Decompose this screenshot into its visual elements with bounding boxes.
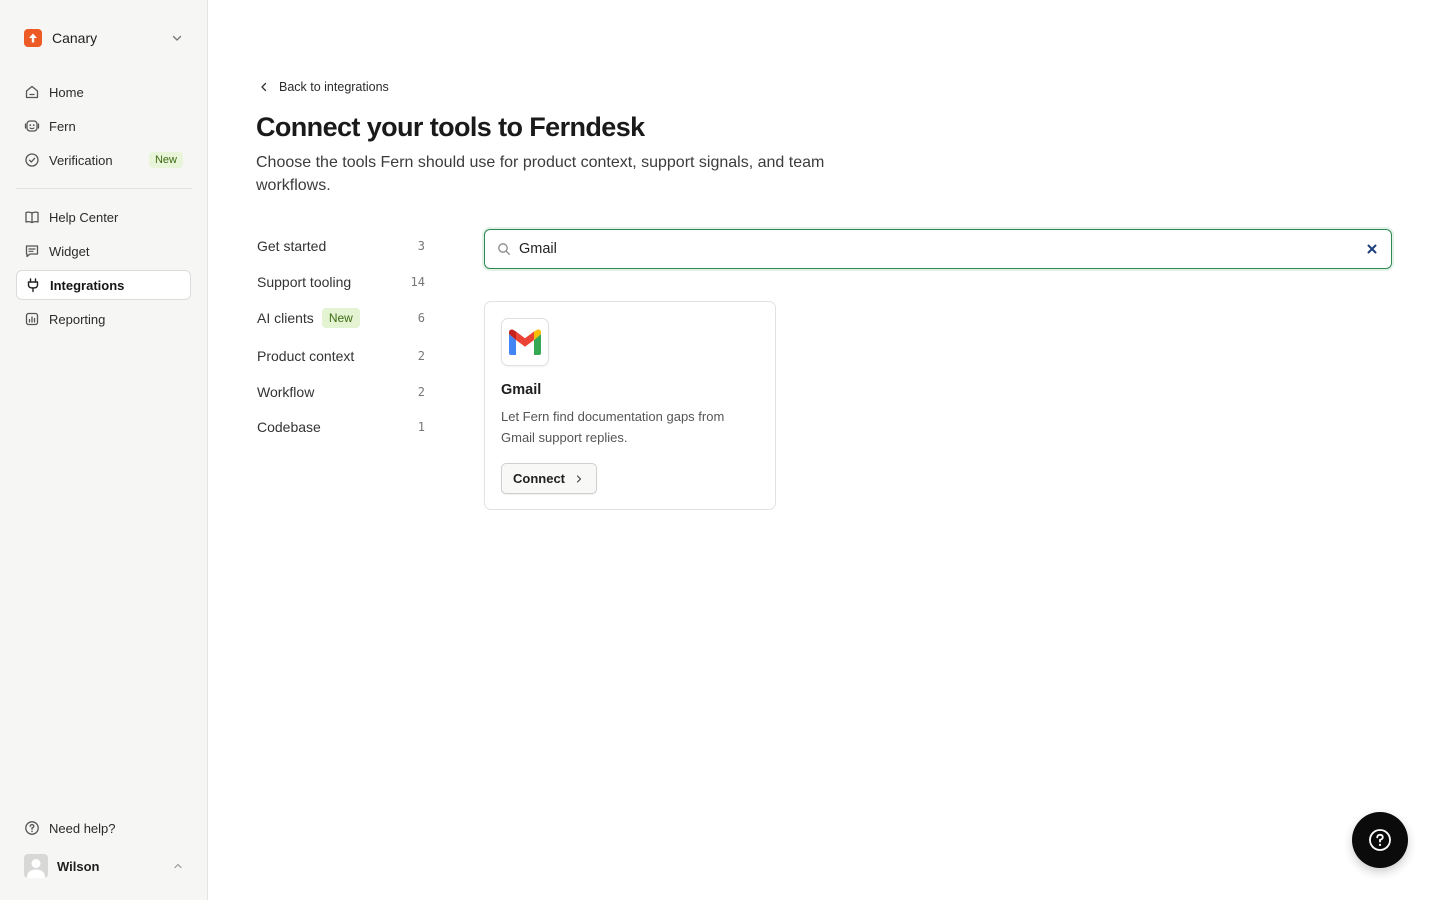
category-count: 6 <box>417 311 425 325</box>
category-get-started[interactable]: Get started 3 <box>257 234 425 258</box>
category-label: Workflow <box>257 384 315 400</box>
sidebar-item-widget[interactable]: Widget <box>16 236 191 266</box>
question-mark-icon <box>1369 829 1391 851</box>
user-name: Wilson <box>57 858 100 874</box>
new-badge: New <box>321 308 360 328</box>
back-link-label: Back to integrations <box>279 80 389 94</box>
back-to-integrations-link[interactable]: Back to integrations <box>258 78 389 96</box>
chevron-right-icon <box>576 474 582 483</box>
sidebar-item-integrations[interactable]: Integrations <box>16 270 191 300</box>
workspace-name: Canary <box>52 30 98 46</box>
search-value[interactable]: Gmail <box>519 241 1365 257</box>
card-title: Gmail <box>501 382 542 398</box>
category-workflow[interactable]: Workflow 2 <box>257 380 425 404</box>
sidebar-item-label: Reporting <box>49 311 106 327</box>
user-menu[interactable]: Wilson <box>16 852 192 880</box>
sidebar-item-reporting[interactable]: Reporting <box>16 304 191 334</box>
gmail-icon <box>501 318 549 366</box>
check-circle-icon <box>24 152 40 168</box>
sidebar-item-label: Widget <box>49 243 90 259</box>
search-icon <box>498 243 510 255</box>
category-label: Get started <box>257 238 327 254</box>
sidebar-divider <box>16 188 192 189</box>
chevron-down-icon <box>172 35 182 41</box>
category-label: AI clients <box>257 310 314 326</box>
chevron-left-icon <box>261 82 267 92</box>
sidebar-item-fern[interactable]: Fern <box>16 111 191 141</box>
card-description: Let Fern find documentation gaps from Gm… <box>501 409 725 445</box>
connect-button[interactable]: Connect <box>501 463 597 494</box>
avatar <box>24 854 48 878</box>
chevron-up-icon <box>174 863 182 869</box>
category-count: 2 <box>417 349 425 363</box>
category-count: 2 <box>417 385 425 399</box>
workspace-switcher[interactable]: Canary <box>16 24 192 52</box>
page-subtitle: Choose the tools Fern should use for pro… <box>256 154 825 194</box>
category-codebase[interactable]: Codebase 1 <box>257 415 425 439</box>
sidebar-item-label: Fern <box>49 118 76 134</box>
category-ai-clients[interactable]: AI clients New 6 <box>257 306 425 330</box>
message-icon <box>24 243 40 259</box>
category-label: Product context <box>257 348 355 364</box>
canary-logo-icon <box>24 29 42 47</box>
integration-card-gmail: Gmail Let Fern find documentation gaps f… <box>484 301 776 510</box>
category-product-context[interactable]: Product context 2 <box>257 344 425 368</box>
home-icon <box>24 84 40 100</box>
chart-icon <box>24 311 40 327</box>
sidebar-item-label: Help Center <box>49 209 119 225</box>
new-badge: New <box>148 152 183 168</box>
page-title: Connect your tools to Ferndesk <box>256 112 645 142</box>
help-circle-icon <box>24 820 40 836</box>
integration-search-input[interactable]: Gmail <box>484 229 1392 269</box>
fern-icon <box>24 118 40 134</box>
sidebar-item-home[interactable]: Home <box>16 77 191 107</box>
need-help-link[interactable]: Need help? <box>16 814 192 842</box>
category-count: 3 <box>417 239 425 253</box>
category-count: 14 <box>410 275 425 289</box>
clear-search-icon[interactable] <box>1365 242 1379 256</box>
category-label: Codebase <box>257 419 321 435</box>
category-label: Support tooling <box>257 274 352 290</box>
connect-button-label: Connect <box>513 471 565 486</box>
sidebar-item-label: Home <box>49 84 84 100</box>
sidebar-item-label: Integrations <box>50 277 125 293</box>
sidebar-item-help-center[interactable]: Help Center <box>16 202 191 232</box>
category-support-tooling[interactable]: Support tooling 14 <box>257 270 425 294</box>
sidebar-item-verification[interactable]: Verification New <box>16 145 191 175</box>
help-chat-button[interactable] <box>1352 812 1408 868</box>
category-count: 1 <box>417 420 425 434</box>
need-help-label: Need help? <box>49 820 116 836</box>
sidebar: Canary Home Fern Verification New Help C… <box>0 0 208 900</box>
sidebar-item-label: Verification <box>49 152 113 168</box>
book-icon <box>24 209 40 225</box>
plug-icon <box>25 277 41 293</box>
